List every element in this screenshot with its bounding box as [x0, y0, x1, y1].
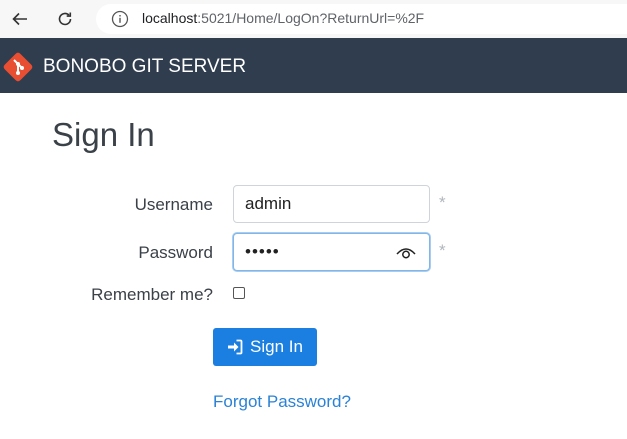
password-required-marker: *: [439, 241, 446, 260]
git-logo-icon[interactable]: [2, 51, 34, 83]
username-field[interactable]: admin: [233, 185, 430, 223]
brand-title[interactable]: BONOBO GIT SERVER: [43, 56, 246, 78]
remember-checkbox[interactable]: [233, 287, 245, 299]
app-navbar: BONOBO GIT SERVER: [0, 38, 627, 93]
password-label: Password: [138, 243, 213, 262]
sign-in-button[interactable]: Sign In: [213, 328, 317, 366]
refresh-icon: [58, 12, 72, 26]
username-label: Username: [134, 195, 213, 214]
sign-in-label: Sign In: [250, 337, 303, 356]
password-field[interactable]: •••••: [233, 233, 430, 271]
back-button[interactable]: [7, 7, 33, 31]
url-path: :5021/Home/LogOn?ReturnUrl=%2F: [197, 10, 425, 26]
eye-icon[interactable]: [396, 246, 416, 260]
sign-in-icon: [228, 339, 243, 355]
page-title: Sign In: [52, 116, 155, 153]
url-host: localhost: [142, 10, 198, 26]
password-mask: •••••: [245, 242, 280, 261]
username-required-marker: *: [439, 193, 446, 212]
forgot-password-link[interactable]: Forgot Password?: [213, 392, 351, 412]
remember-label: Remember me?: [91, 285, 213, 304]
browser-toolbar: localhost:5021/Home/LogOn?ReturnUrl=%2F: [0, 0, 627, 38]
address-url[interactable]: localhost:5021/Home/LogOn?ReturnUrl=%2F: [142, 10, 424, 26]
info-icon[interactable]: [110, 9, 130, 29]
back-arrow-icon: [12, 12, 27, 26]
username-value: admin: [245, 194, 292, 213]
refresh-button[interactable]: [52, 7, 78, 31]
